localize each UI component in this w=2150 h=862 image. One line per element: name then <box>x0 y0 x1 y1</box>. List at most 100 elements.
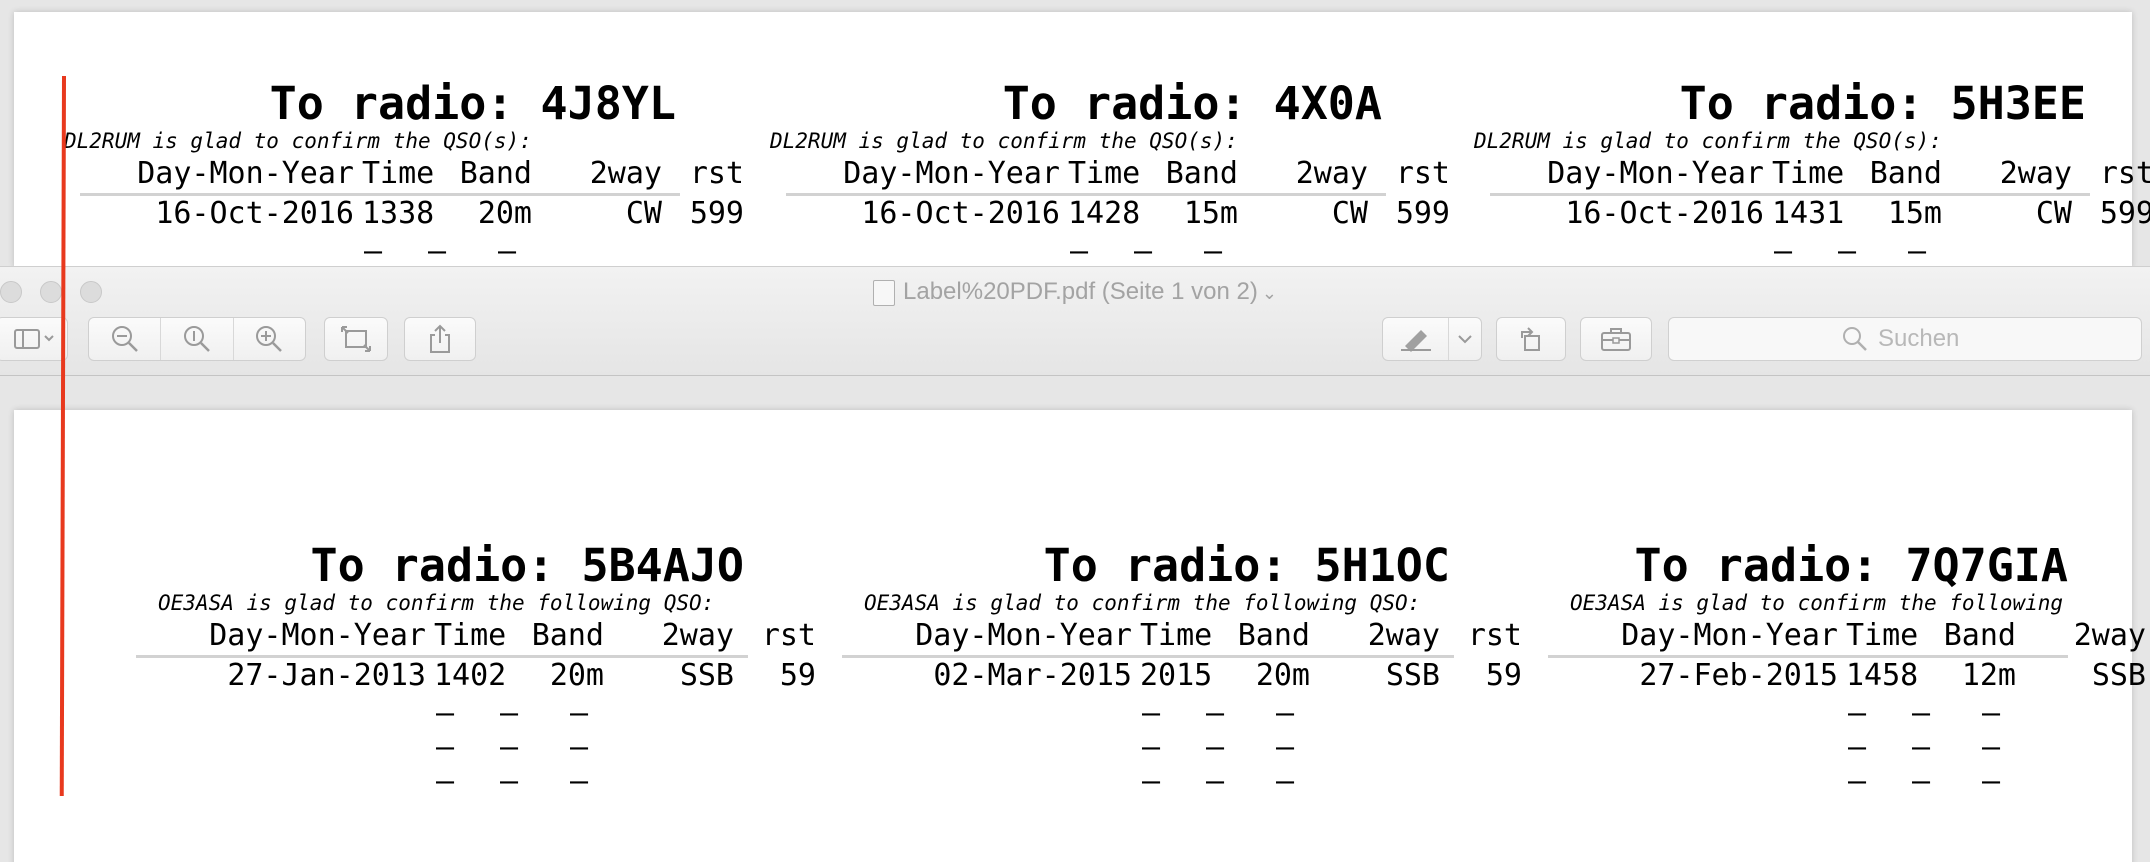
zoom-in-button[interactable] <box>234 318 305 360</box>
pdf-document-icon <box>873 279 895 306</box>
empty-cell-dash: – <box>1141 764 1160 799</box>
header-date: Day-Mon-Year <box>1621 618 1838 653</box>
cell-time: 1458 <box>1846 658 1919 693</box>
table-row: 02-Mar-2015 2015 20m SSB 59 <box>842 658 1522 694</box>
zoom-out-icon <box>110 324 140 354</box>
zoom-controls <box>88 317 306 361</box>
empty-cell-dash: – <box>435 730 454 765</box>
cell-band: 20m <box>549 658 604 693</box>
empty-cell-dash: – <box>1911 696 1930 731</box>
label-title: To radio: 7Q7GIA <box>1634 539 2068 592</box>
empty-cell-dash: – <box>499 696 518 731</box>
confirm-text: OE3ASA is glad to confirm the following … <box>158 591 715 615</box>
confirm-text: OE3ASA is glad to confirm the following <box>1570 591 2064 615</box>
empty-row: – – – <box>842 730 1450 766</box>
empty-row: – – – <box>136 764 744 800</box>
empty-cell-dash: – <box>435 696 454 731</box>
window-title-text: Label%20PDF.pdf (Seite 1 von 2) <box>903 278 1258 305</box>
zoom-out-button[interactable] <box>89 318 162 360</box>
table-header-row: Day-Mon-Year Time Band 2way <box>1548 618 2146 654</box>
rotate-button[interactable] <box>1496 317 1566 361</box>
rotate-icon <box>1516 324 1546 354</box>
resize-icon <box>340 325 372 353</box>
chevron-down-icon <box>1457 333 1473 345</box>
search-field[interactable] <box>1668 317 2142 361</box>
header-2way: 2way <box>661 618 734 653</box>
markup-menu-button[interactable] <box>1449 318 1481 360</box>
qsl-label: To radio: 5H1OC OE3ASA is glad to confirm… <box>842 539 1522 840</box>
label-title: To radio: 5B4AJO <box>310 539 744 592</box>
empty-cell-dash: – <box>1981 764 2000 799</box>
empty-cell-dash: – <box>1981 696 2000 731</box>
markup-controls <box>1382 317 1482 361</box>
header-time: Time <box>1846 618 1919 653</box>
search-input[interactable] <box>1878 325 1968 353</box>
cell-band: 12m <box>1961 658 2016 693</box>
empty-row: – – – <box>842 696 1450 732</box>
resize-button[interactable] <box>324 317 388 361</box>
empty-cell-dash: – <box>1847 696 1866 731</box>
header-band: Band <box>1237 618 1310 653</box>
table-row: 27-Feb-2015 1458 12m SSB <box>1548 658 2146 694</box>
cell-band: 20m <box>1255 658 1310 693</box>
cell-mode: SSB <box>1385 658 1440 693</box>
empty-cell-dash: – <box>1275 730 1294 765</box>
empty-cell-dash: – <box>1847 764 1866 799</box>
empty-cell-dash: – <box>499 764 518 799</box>
zoom-in-icon <box>254 324 284 354</box>
header-rst: rst <box>761 618 816 653</box>
empty-cell-dash: – <box>1141 730 1160 765</box>
toolbox-icon <box>1599 325 1633 353</box>
share-icon <box>427 324 453 354</box>
empty-cell-dash: – <box>569 730 588 765</box>
header-2way: 2way <box>1367 618 1440 653</box>
empty-cell-dash: – <box>1847 730 1866 765</box>
label-title: To radio: 5H1OC <box>1043 539 1450 592</box>
cell-date: 27-Jan-2013 <box>227 658 426 693</box>
empty-cell-dash: – <box>569 764 588 799</box>
sidebar-toggle-button[interactable] <box>0 317 68 361</box>
table-header-row: Day-Mon-Year Time Band 2way rst <box>842 618 1522 654</box>
header-band: Band <box>1943 618 2016 653</box>
header-rst: rst <box>1467 618 1522 653</box>
sidebar-toggle-icon <box>9 328 55 350</box>
empty-cell-dash: – <box>1911 730 1930 765</box>
qsl-label: To radio: 5B4AJO OE3ASA is glad to confir… <box>136 539 816 840</box>
table-header-row: Day-Mon-Year Time Band 2way rst <box>136 618 816 654</box>
empty-row: – – – <box>136 730 744 766</box>
header-time: Time <box>434 618 507 653</box>
empty-row: – – – <box>842 764 1450 800</box>
cell-date: 27-Feb-2015 <box>1639 658 1838 693</box>
empty-cell-dash: – <box>1141 696 1160 731</box>
actual-size-button[interactable] <box>161 318 234 360</box>
empty-cell-dash: – <box>1275 764 1294 799</box>
empty-row: – – – <box>1548 696 2068 732</box>
header-date: Day-Mon-Year <box>915 618 1132 653</box>
window-title[interactable]: Label%20PDF.pdf (Seite 1 von 2) ⌄ <box>0 275 2150 310</box>
empty-cell-dash: – <box>1205 696 1224 731</box>
empty-row: – – – <box>1548 730 2068 766</box>
empty-row: – – – <box>136 696 744 732</box>
preview-window-toolbar: Label%20PDF.pdf (Seite 1 von 2) ⌄ <box>0 266 2150 376</box>
confirm-text: OE3ASA is glad to confirm the following … <box>864 591 1421 615</box>
empty-cell-dash: – <box>1981 730 2000 765</box>
header-2way: 2way <box>2073 618 2146 653</box>
markup-button[interactable] <box>1383 318 1449 360</box>
qsl-label: To radio: 7Q7GIA OE3ASA is glad to confir… <box>1548 539 2146 840</box>
toolbox-button[interactable] <box>1580 317 1652 361</box>
cell-mode: SSB <box>2091 658 2146 693</box>
search-icon <box>1842 326 1868 352</box>
empty-cell-dash: – <box>1275 696 1294 731</box>
empty-cell-dash: – <box>1911 764 1930 799</box>
empty-cell-dash: – <box>569 696 588 731</box>
cell-date: 02-Mar-2015 <box>933 658 1132 693</box>
empty-cell-dash: – <box>435 764 454 799</box>
cell-rst: 59 <box>779 658 816 693</box>
cell-time: 2015 <box>1140 658 1213 693</box>
table-row: 27-Jan-2013 1402 20m SSB 59 <box>136 658 816 694</box>
empty-row: – – – <box>1548 764 2068 800</box>
share-button[interactable] <box>404 317 476 361</box>
empty-cell-dash: – <box>1205 764 1224 799</box>
header-band: Band <box>531 618 604 653</box>
empty-cell-dash: – <box>1205 730 1224 765</box>
